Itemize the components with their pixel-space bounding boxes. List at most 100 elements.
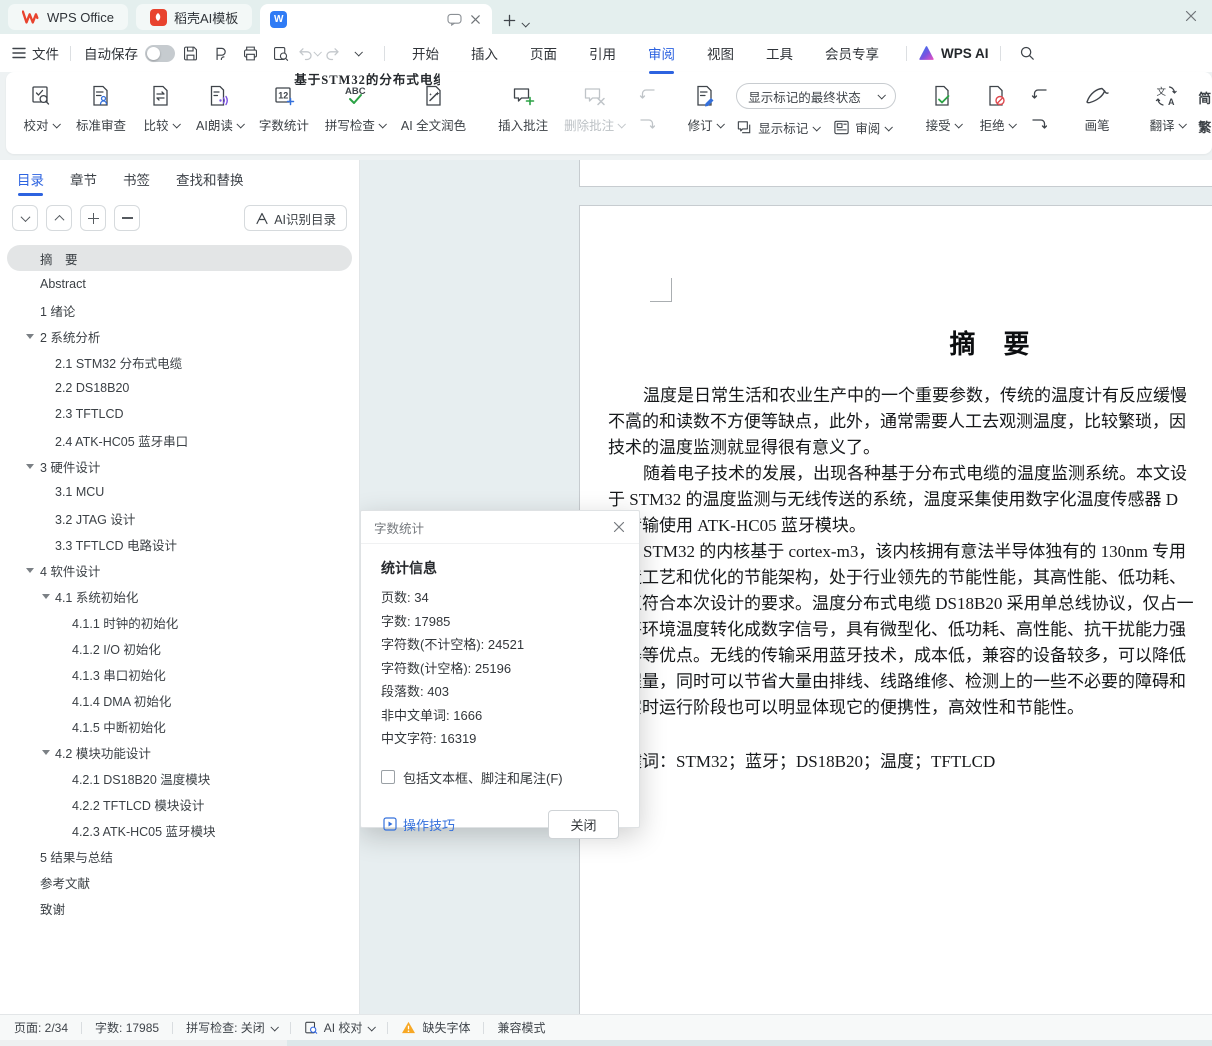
- collapse-arrow-icon[interactable]: [26, 334, 34, 339]
- review-pane-button[interactable]: 审阅: [833, 118, 891, 137]
- output-pdf-button[interactable]: [207, 40, 233, 66]
- save-button[interactable]: [177, 40, 203, 66]
- menu-tab[interactable]: 会员专享: [823, 39, 881, 67]
- ai-proofread-button[interactable]: AI 校对: [304, 1019, 375, 1036]
- dialog-titlebar[interactable]: 字数统计: [361, 511, 639, 544]
- print-button[interactable]: [237, 40, 263, 66]
- previous-page-bottom[interactable]: [579, 160, 1212, 187]
- spell-check-button[interactable]: ABC 拼写检查: [317, 72, 393, 150]
- reject-button[interactable]: 拒绝: [970, 72, 1024, 150]
- document-page[interactable]: 摘 要 温度是日常生活和农业生产中的一个重要参数，传统的温度计有反应缓慢 不高的…: [579, 205, 1212, 1014]
- close-icon[interactable]: [612, 520, 626, 534]
- menu-tab[interactable]: 开始: [410, 39, 441, 67]
- print-preview-button[interactable]: [267, 40, 293, 66]
- previous-comment-button[interactable]: [635, 84, 659, 106]
- panel-tab[interactable]: 目录: [16, 162, 45, 196]
- toc-item[interactable]: 4.1.1 时钟的初始化: [7, 609, 352, 635]
- menu-tab[interactable]: 审阅: [646, 39, 677, 67]
- toc-item[interactable]: 2.4 ATK-HC05 蓝牙串口: [7, 427, 352, 453]
- include-footnotes-option[interactable]: 包括文本框、脚注和尾注(F): [381, 768, 619, 787]
- zoom-in-outline-button[interactable]: [80, 205, 106, 231]
- missing-font-warning[interactable]: 缺失字体: [401, 1019, 470, 1036]
- menu-tab[interactable]: 工具: [764, 39, 795, 67]
- brush-button[interactable]: 画笔: [1070, 72, 1124, 150]
- to-traditional-button[interactable]: 简 转繁: [1198, 86, 1212, 109]
- toc-item[interactable]: 1 绪论: [7, 297, 352, 323]
- drag-handle-icon[interactable]: [629, 412, 640, 430]
- expand-all-button[interactable]: [12, 205, 38, 231]
- tab-document[interactable]: W 基于STM32的分布式电缆温度监测: [260, 4, 492, 34]
- panel-tab[interactable]: 章节: [69, 162, 98, 196]
- toc-item[interactable]: 4.2.2 TFTLCD 模块设计: [7, 791, 352, 817]
- redo-button[interactable]: [324, 45, 341, 62]
- toc-item[interactable]: 4.2.3 ATK-HC05 蓝牙模块: [7, 817, 352, 843]
- toc-item[interactable]: Abstract: [7, 271, 352, 297]
- tab-list-button[interactable]: [522, 21, 528, 27]
- more-quick-tools-button[interactable]: [345, 40, 371, 66]
- toc-item[interactable]: 4.1.5 中断初始化: [7, 713, 352, 739]
- menu-tab[interactable]: 引用: [587, 39, 618, 67]
- toc-item[interactable]: 4.1.3 串口初始化: [7, 661, 352, 687]
- tab-docer-templates[interactable]: 稻壳AI模板: [136, 4, 252, 30]
- next-comment-button[interactable]: [635, 114, 659, 136]
- checkbox-icon[interactable]: [381, 770, 395, 784]
- previous-change-button[interactable]: [1027, 84, 1051, 106]
- menu-tab[interactable]: 视图: [705, 39, 736, 67]
- word-count-indicator[interactable]: 字数: 17985: [95, 1019, 159, 1036]
- tab-wps-home[interactable]: WPS Office: [8, 4, 128, 30]
- toc-item[interactable]: 4.1 系统初始化: [7, 583, 352, 609]
- toc-item[interactable]: 致谢: [7, 895, 352, 921]
- autosave-toggle[interactable]: [145, 45, 175, 62]
- toc-item[interactable]: 3.3 TFTLCD 电路设计: [7, 531, 352, 557]
- toc-item[interactable]: 5 结果与总结: [7, 843, 352, 869]
- ai-polish-button[interactable]: AI 全文润色: [393, 72, 474, 150]
- toc-item[interactable]: 3.2 JTAG 设计: [7, 505, 352, 531]
- undo-button[interactable]: [297, 45, 320, 62]
- dialog-close-button[interactable]: 关闭: [548, 810, 619, 839]
- panel-tab[interactable]: 书签: [122, 162, 151, 196]
- toc-item[interactable]: 2.1 STM32 分布式电缆: [7, 349, 352, 375]
- panel-tab[interactable]: 查找和替换: [175, 162, 245, 196]
- toc-item[interactable]: 摘 要: [7, 245, 352, 271]
- translate-button[interactable]: 文 A 翻译: [1140, 72, 1194, 150]
- to-simplified-button[interactable]: 繁 转简: [1198, 115, 1212, 138]
- toc-item[interactable]: 2 系统分析: [7, 323, 352, 349]
- panel-close-button[interactable]: [1184, 9, 1198, 23]
- search-button[interactable]: [1014, 40, 1040, 66]
- collapse-all-button[interactable]: [46, 205, 72, 231]
- toc-item[interactable]: 4.2.1 DS18B20 温度模块: [7, 765, 352, 791]
- track-changes-button[interactable]: 修订: [678, 72, 732, 150]
- delete-comment-button[interactable]: 删除批注: [556, 72, 632, 150]
- proofread-button[interactable]: 校对: [14, 72, 68, 150]
- ai-read-button[interactable]: AI朗读: [188, 72, 251, 150]
- toc-item[interactable]: 4 软件设计: [7, 557, 352, 583]
- next-change-button[interactable]: [1027, 114, 1051, 136]
- compatibility-mode-indicator[interactable]: 兼容模式: [497, 1019, 545, 1036]
- word-count-button[interactable]: 12 字数统计: [251, 72, 317, 150]
- ai-recognize-toc-button[interactable]: AI识别目录: [244, 205, 347, 231]
- new-tab-button[interactable]: [503, 14, 516, 27]
- markup-state-select[interactable]: 显示标记的最终状态: [736, 83, 896, 109]
- toc-item[interactable]: 3.1 MCU: [7, 479, 352, 505]
- toc-item[interactable]: 2.3 TFTLCD: [7, 401, 352, 427]
- toc-item[interactable]: 2.2 DS18B20: [7, 375, 352, 401]
- menu-tab[interactable]: 页面: [528, 39, 559, 67]
- comment-icon[interactable]: [447, 13, 462, 26]
- collapse-arrow-icon[interactable]: [42, 594, 50, 599]
- accept-button[interactable]: 接受: [916, 72, 970, 150]
- toc-item[interactable]: 4.2 模块功能设计: [7, 739, 352, 765]
- zoom-out-outline-button[interactable]: [114, 205, 140, 231]
- document-canvas[interactable]: 摘 要 温度是日常生活和农业生产中的一个重要参数，传统的温度计有反应缓慢 不高的…: [360, 160, 1212, 1014]
- tips-link[interactable]: 操作技巧: [383, 815, 455, 834]
- collapse-arrow-icon[interactable]: [26, 464, 34, 469]
- page-indicator[interactable]: 页面: 2/34: [14, 1019, 68, 1036]
- toc-item[interactable]: 4.1.2 I/O 初始化: [7, 635, 352, 661]
- spell-check-status[interactable]: 拼写检查: 关闭: [186, 1019, 277, 1036]
- collapse-arrow-icon[interactable]: [42, 750, 50, 755]
- wps-ai-button[interactable]: WPS AI: [918, 45, 989, 61]
- collapse-arrow-icon[interactable]: [26, 568, 34, 573]
- insert-comment-button[interactable]: 插入批注: [490, 72, 556, 150]
- standard-review-button[interactable]: 标准审查: [68, 72, 134, 150]
- show-markup-button[interactable]: 显示标记: [736, 118, 819, 137]
- toc-item[interactable]: 4.1.4 DMA 初始化: [7, 687, 352, 713]
